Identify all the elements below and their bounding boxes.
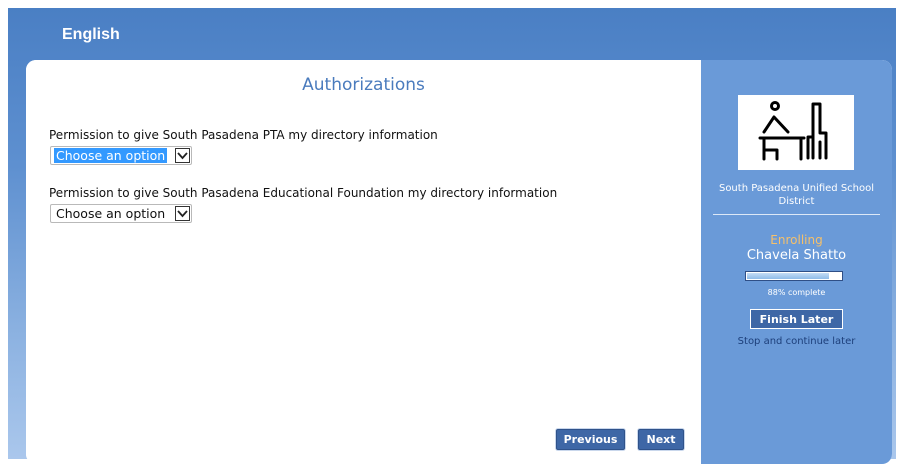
foundation-permission-value: Choose an option — [56, 206, 166, 221]
previous-button[interactable]: Previous — [556, 429, 625, 450]
progress-bar — [745, 271, 843, 281]
main-content: Authorizations Permission to give South … — [26, 60, 701, 464]
finish-later-button[interactable]: Finish Later — [750, 309, 843, 329]
pta-permission-label: Permission to give South Pasadena PTA my… — [49, 128, 438, 142]
progress-text: 88% complete — [767, 288, 826, 297]
district-logo — [738, 95, 854, 170]
foundation-permission-select[interactable]: Choose an option — [50, 204, 192, 223]
pta-permission-value: Choose an option — [54, 148, 168, 163]
stop-continue-text: Stop and continue later — [737, 336, 856, 347]
page-frame: English Authorizations Permission to giv… — [8, 8, 896, 464]
sidebar-divider — [713, 214, 880, 215]
district-name-line2: District — [778, 196, 815, 207]
student-at-desk-icon — [758, 101, 828, 161]
content-panel: Authorizations Permission to give South … — [26, 60, 892, 464]
foundation-permission-label: Permission to give South Pasadena Educat… — [49, 186, 558, 200]
page-title: Authorizations — [302, 75, 425, 95]
district-name-line1: South Pasadena Unified School — [718, 183, 875, 194]
pta-permission-select[interactable]: Choose an option — [50, 146, 192, 165]
student-name: Chavela Shatto — [746, 248, 847, 263]
progress-bar-fill — [747, 273, 830, 279]
chevron-down-icon[interactable] — [175, 148, 190, 163]
next-button[interactable]: Next — [638, 429, 684, 450]
enrollment-sidebar: South Pasadena Unified School District E… — [701, 60, 892, 464]
district-name: South Pasadena Unified School District — [701, 182, 892, 208]
enrollment-status: Enrolling — [770, 233, 823, 247]
chevron-down-icon[interactable] — [175, 206, 190, 221]
language-label[interactable]: English — [62, 26, 120, 44]
